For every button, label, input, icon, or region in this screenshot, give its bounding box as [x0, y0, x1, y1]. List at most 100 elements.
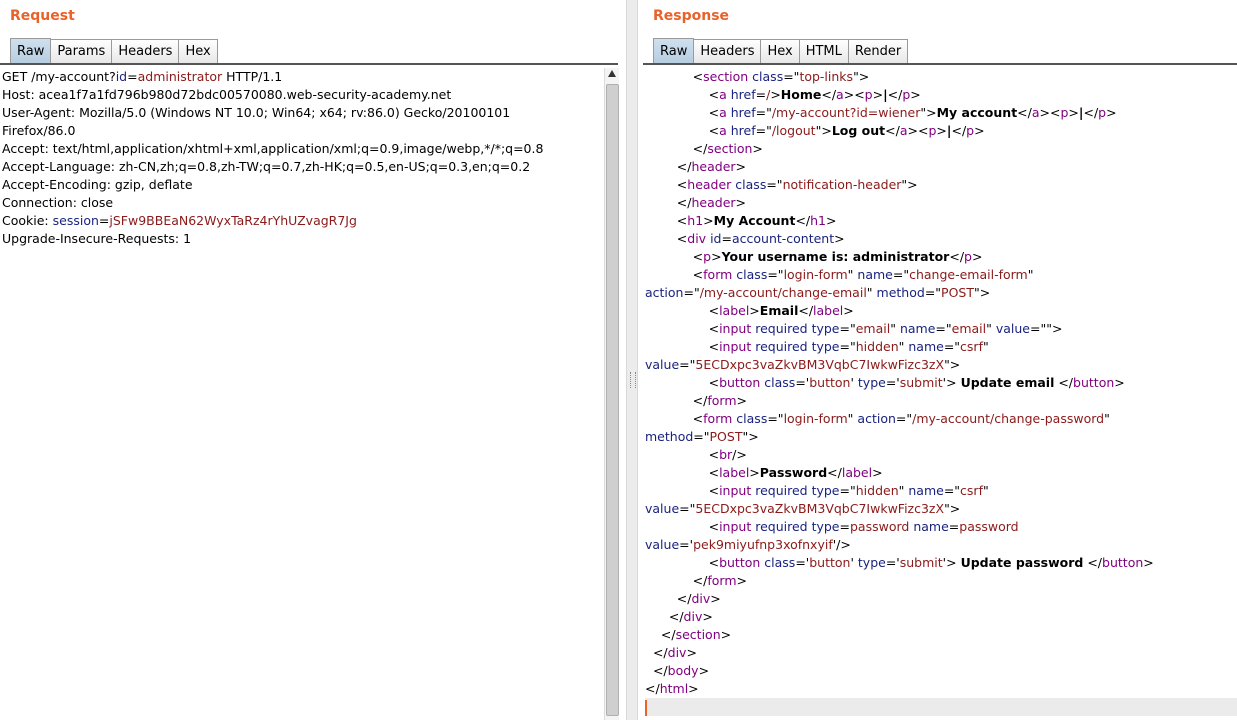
- response-line: </html>: [645, 680, 1237, 698]
- response-token: ": [982, 483, 989, 498]
- request-tab-raw[interactable]: Raw: [10, 38, 52, 63]
- response-token: >: [702, 609, 713, 624]
- request-line: Accept: text/html,application/xhtml+xml,…: [2, 140, 602, 158]
- response-line: <p>Your username is: administrator</p>: [645, 248, 1237, 266]
- response-token: =": [935, 321, 952, 336]
- response-token: a: [836, 87, 844, 102]
- response-token: </: [949, 249, 965, 264]
- response-token: POST: [709, 429, 743, 444]
- response-line: <input required type="hidden" name="csrf…: [645, 482, 1237, 500]
- response-token: name: [908, 483, 944, 498]
- request-token: HTTP/1.1: [222, 69, 283, 84]
- request-tab-headers[interactable]: Headers: [111, 39, 180, 63]
- response-token: ><: [1039, 105, 1061, 120]
- response-tab-hex[interactable]: Hex: [760, 39, 800, 63]
- response-token: <: [645, 69, 704, 84]
- response-token: ": [866, 285, 877, 300]
- response-token: Update password: [960, 555, 1084, 570]
- response-token: button: [809, 555, 851, 570]
- response-line: value="5ECDxpc3vaZkvBM3VqbC7IwkwFizc3zX"…: [645, 356, 1237, 374]
- response-token: html: [659, 681, 689, 696]
- request-line: Host: acea1f7a1fd796b980d72bdc00570080.w…: [2, 86, 602, 104]
- response-line: <a href="/logout">Log out</a><p>|</p>: [645, 122, 1237, 140]
- response-token: </: [645, 159, 692, 174]
- response-line: </section>: [645, 626, 1237, 644]
- response-line: </header>: [645, 158, 1237, 176]
- response-token: header: [687, 177, 732, 192]
- response-token: ": [890, 321, 900, 336]
- response-token: '/>: [832, 537, 851, 552]
- response-token: p: [1098, 105, 1107, 120]
- response-token: header: [691, 195, 736, 210]
- response-line: <section class="top-links">: [645, 68, 1237, 86]
- response-token: h1: [687, 213, 704, 228]
- response-token: /my-account?id=wiener: [771, 105, 921, 120]
- response-token: action: [645, 285, 684, 300]
- request-editor[interactable]: GET /my-account?id=administrator HTTP/1.…: [2, 68, 602, 720]
- splitter-grip-icon[interactable]: [630, 372, 636, 388]
- request-token: =: [127, 69, 138, 84]
- response-token: form: [703, 411, 733, 426]
- response-token: class: [736, 267, 768, 282]
- response-line: </header>: [645, 194, 1237, 212]
- request-line: Cookie: session=jSFw9BBEaN62WyxTaRz4rYhU…: [2, 212, 602, 230]
- response-token: type: [857, 555, 886, 570]
- response-line: </div>: [645, 590, 1237, 608]
- response-token: form: [703, 267, 733, 282]
- response-token: hidden: [855, 339, 899, 354]
- response-token: href: [730, 87, 756, 102]
- request-line: Connection: close: [2, 194, 602, 212]
- response-token: p: [966, 123, 975, 138]
- response-tab-html[interactable]: HTML: [798, 39, 849, 63]
- response-token: /logout: [771, 123, 816, 138]
- scroll-up-arrow-icon[interactable]: [608, 70, 616, 77]
- response-token: form: [707, 573, 737, 588]
- response-token: Update email: [960, 375, 1055, 390]
- response-tab-render[interactable]: Render: [847, 39, 909, 63]
- response-token: form: [707, 393, 737, 408]
- response-token: >: [872, 465, 883, 480]
- response-token: =': [679, 537, 694, 552]
- response-token: type: [811, 483, 840, 498]
- response-token: '>: [942, 375, 961, 390]
- response-token: =": [839, 321, 856, 336]
- response-token: =": [839, 483, 856, 498]
- response-tabs: Raw Headers Hex HTML Render: [653, 38, 909, 63]
- response-token: label: [813, 303, 844, 318]
- response-line: <div id=account-content>: [645, 230, 1237, 248]
- pane-splitter[interactable]: [626, 0, 638, 720]
- response-token: </: [821, 87, 837, 102]
- response-token: <: [645, 321, 720, 336]
- response-line: </div>: [645, 608, 1237, 626]
- request-scrollbar[interactable]: [604, 68, 619, 720]
- response-token: a: [899, 123, 908, 138]
- response-token: =": [766, 177, 783, 192]
- response-token: >: [736, 393, 748, 408]
- response-token: >: [843, 303, 854, 318]
- response-line: <input required type="email" name="email…: [645, 320, 1237, 338]
- response-line: <h1>My Account</h1>: [645, 212, 1237, 230]
- request-tab-params[interactable]: Params: [50, 39, 113, 63]
- response-pane: Response Raw Headers Hex HTML Render <se…: [640, 0, 1237, 720]
- request-token: administrator: [137, 69, 223, 84]
- response-editor[interactable]: <section class="top-links"> <a href=/>Ho…: [645, 68, 1237, 720]
- scroll-thumb[interactable]: [606, 84, 619, 716]
- response-tab-raw[interactable]: Raw: [653, 38, 695, 63]
- response-token: </: [887, 87, 903, 102]
- response-token: ">: [815, 123, 832, 138]
- response-token: My Account: [713, 213, 796, 228]
- response-token: value: [645, 357, 680, 372]
- response-token: password: [849, 519, 910, 534]
- response-tab-headers[interactable]: Headers: [693, 39, 762, 63]
- response-line: <button class='button' type='submit'> Up…: [645, 374, 1237, 392]
- response-token: </: [645, 573, 708, 588]
- request-tab-hex[interactable]: Hex: [178, 39, 218, 63]
- response-token: type: [811, 321, 840, 336]
- response-token: href: [730, 123, 756, 138]
- response-token: button: [719, 375, 761, 390]
- request-line: Upgrade-Insecure-Requests: 1: [2, 230, 602, 248]
- response-token: =': [795, 555, 810, 570]
- response-line: <a href=/>Home</a><p>|</p>: [645, 86, 1237, 104]
- response-token: notification-header: [782, 177, 902, 192]
- response-line: </form>: [645, 572, 1237, 590]
